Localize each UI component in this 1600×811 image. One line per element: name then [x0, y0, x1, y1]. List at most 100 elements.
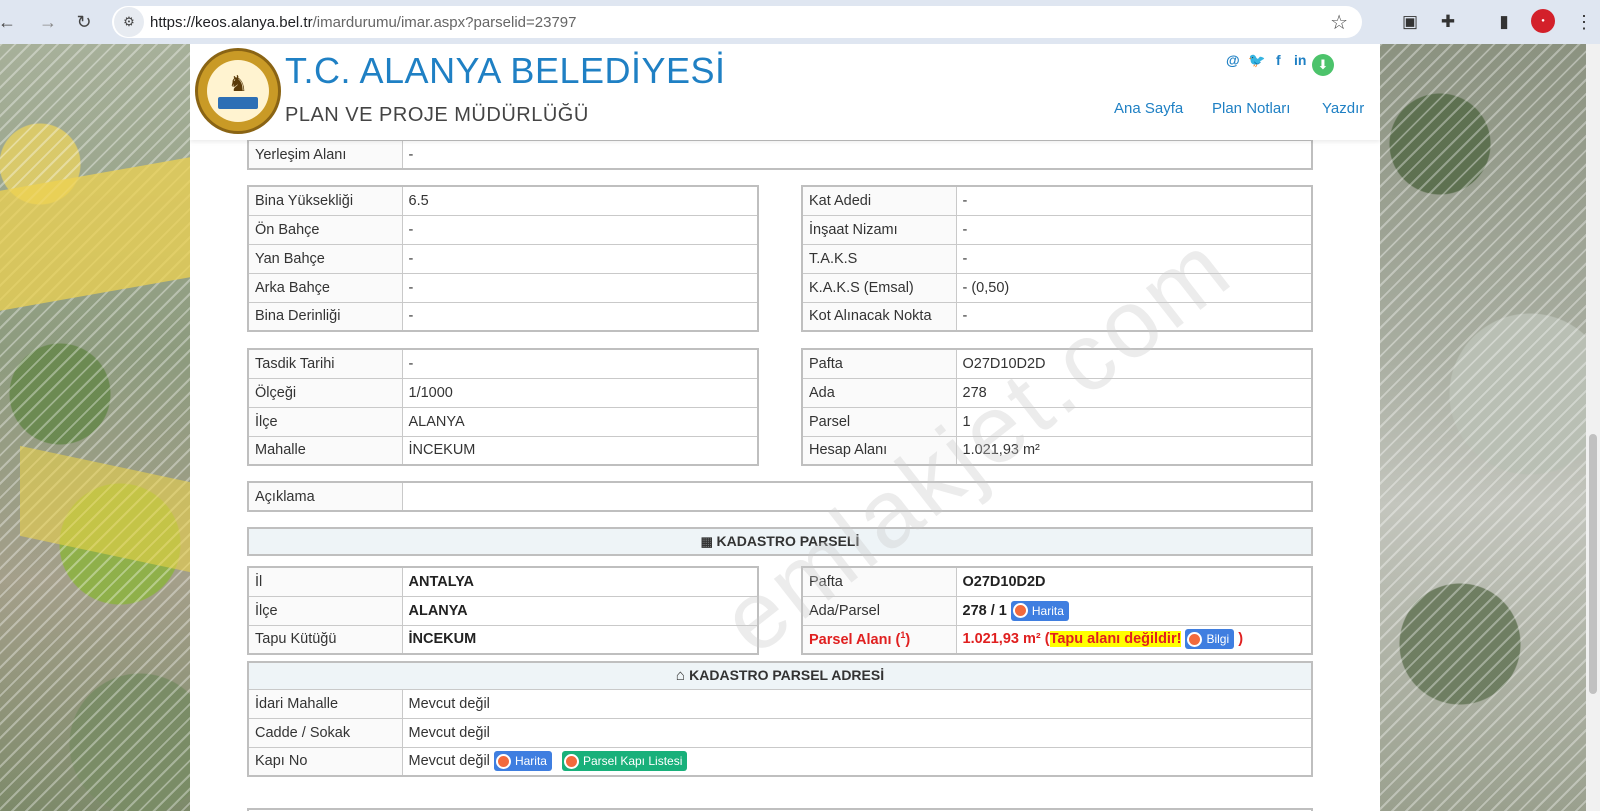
map-button[interactable]: Harita: [1010, 600, 1069, 621]
table-row: Bina Yüksekliği 6.5: [247, 185, 759, 216]
plan-right-table: Pafta O27D10D2D Ada 278 Parsel 1 Hesap Alanı 1.…: [801, 348, 1313, 466]
home-icon: ⌂: [675, 667, 690, 685]
row-label: Pafta: [801, 348, 957, 379]
description-table: Açıklama: [247, 481, 1313, 512]
table-row: Kat Adedi -: [801, 185, 1313, 216]
settlement-label: Yerleşim Alanı: [247, 139, 403, 170]
deed-area-warning: Tapu alanı değildir!: [1049, 631, 1182, 648]
page-scrollbar[interactable]: [1586, 44, 1600, 811]
grid-icon: ▦: [700, 534, 717, 549]
table-row: Hesap Alanı 1.021,93 m²: [801, 435, 1313, 466]
description-value: [401, 481, 1313, 512]
row-value: 1/1000: [401, 377, 759, 408]
site-header: ♞ T.C. ALANYA BELEDİYESİ PLAN VE PROJE M…: [190, 44, 1380, 140]
page-content: ♞ T.C. ALANYA BELEDİYESİ PLAN VE PROJE M…: [190, 44, 1380, 811]
browser-menu-icon[interactable]: ⋮: [1574, 10, 1594, 34]
row-label: Parsel: [801, 406, 957, 437]
nav-plan-notes-link[interactable]: Plan Notları: [1212, 100, 1290, 117]
table-row: Pafta O27D10D2D: [801, 348, 1313, 379]
nav-home-link[interactable]: Ana Sayfa: [1114, 100, 1183, 117]
table-row: Parsel 1: [801, 406, 1313, 437]
table-row: İnşaat Nizamı -: [801, 214, 1313, 245]
bookmark-star-icon[interactable]: ☆: [1330, 10, 1348, 35]
side-panel-icon[interactable]: ▮: [1490, 8, 1518, 36]
sheet-value: O27D10D2D: [955, 566, 1313, 597]
row-label: İnşaat Nizamı: [801, 214, 957, 245]
site-title: T.C. ALANYA BELEDİYESİ: [285, 50, 726, 91]
municipality-logo[interactable]: ♞: [195, 48, 281, 134]
forward-arrow-icon[interactable]: →: [30, 4, 66, 40]
row-label: Hesap Alanı: [801, 435, 957, 466]
settlement-value: -: [401, 139, 1313, 170]
address-map-button[interactable]: Harita: [493, 751, 552, 772]
sheet-label: Pafta: [801, 566, 957, 597]
row-value: -: [955, 301, 1313, 332]
row-value: ANTALYA: [401, 566, 759, 597]
cadastre-left-table: İl ANTALYA İlçe ALANYA Tapu Kütüğü İNCEKUM: [247, 566, 759, 655]
table-row: Açıklama: [247, 481, 1313, 512]
eagle-emblem-icon: ♞: [228, 71, 248, 96]
street-value: Mevcut değil: [401, 717, 1313, 748]
background-aerial-right: [1380, 44, 1600, 811]
row-label: Bina Yüksekliği: [247, 185, 403, 216]
table-row: İdari Mahalle Mevcut değil: [247, 688, 1313, 719]
row-value: İNCEKUM: [401, 435, 759, 466]
settlement-table: Yerleşim Alanı -: [247, 139, 1313, 170]
parcel-area-label: Parsel Alanı (1): [801, 624, 957, 655]
address-table: ⌂ KADASTRO PARSEL ADRESİ İdari Mahalle M…: [247, 661, 1313, 777]
screen-cast-icon[interactable]: ▣: [1396, 8, 1424, 36]
row-value: İNCEKUM: [401, 624, 759, 655]
description-label: Açıklama: [247, 481, 403, 512]
table-row: Parsel Alanı (1) 1.021,93 m² (Tapu alanı…: [801, 624, 1313, 655]
table-row: Pafta O27D10D2D: [801, 566, 1313, 597]
row-value: -: [401, 348, 759, 379]
row-label: Arka Bahçe: [247, 272, 403, 303]
cadastre-heading: ▦ KADASTRO PARSELİ: [247, 527, 1313, 556]
row-label: Bina Derinliği: [247, 301, 403, 332]
table-row: İlçe ALANYA: [247, 595, 759, 626]
site-settings-icon[interactable]: ⚙: [114, 7, 144, 37]
globe-icon: [1187, 631, 1203, 647]
table-row: Mahalle İNCEKUM: [247, 435, 759, 466]
table-row: Ölçeği 1/1000: [247, 377, 759, 408]
linkedin-icon[interactable]: in: [1294, 52, 1306, 68]
profile-avatar[interactable]: ●: [1531, 9, 1555, 33]
twitter-icon[interactable]: 🐦: [1248, 52, 1265, 69]
parcel-area-value: 1.021,93 m²: [962, 631, 1041, 648]
table-row: Ön Bahçe -: [247, 214, 759, 245]
globe-icon: [563, 753, 579, 769]
block-parcel-value: 278 / 1: [962, 602, 1007, 619]
row-label: İlçe: [247, 595, 403, 626]
row-label: Ölçeği: [247, 377, 403, 408]
row-label: Kat Adedi: [801, 185, 957, 216]
table-row: Kapı No Mevcut değil Harita Parsel Kapı …: [247, 746, 1313, 777]
row-value: -: [955, 214, 1313, 245]
download-icon[interactable]: ⬇: [1312, 54, 1334, 76]
scrollbar-thumb[interactable]: [1589, 434, 1597, 694]
row-label: T.A.K.S: [801, 243, 957, 274]
email-icon[interactable]: @: [1226, 52, 1240, 68]
block-parcel-label: Ada/Parsel: [801, 595, 957, 626]
door-list-button[interactable]: Parsel Kapı Listesi: [561, 751, 688, 772]
site-subtitle: PLAN VE PROJE MÜDÜRLÜĞÜ: [285, 104, 589, 126]
reload-icon[interactable]: ↻: [66, 4, 102, 40]
table-row: Arka Bahçe -: [247, 272, 759, 303]
row-value: 1: [955, 406, 1313, 437]
url-text: https://keos.alanya.bel.tr/imardurumu/im…: [150, 13, 577, 31]
row-value: 6.5: [401, 185, 759, 216]
globe-icon: [495, 753, 511, 769]
table-row: İlçe ALANYA: [247, 406, 759, 437]
cadastre-heading-table: ▦ KADASTRO PARSELİ: [247, 527, 1313, 556]
row-label: Tasdik Tarihi: [247, 348, 403, 379]
row-label: Kot Alınacak Nokta: [801, 301, 957, 332]
info-button[interactable]: Bilgi: [1185, 629, 1235, 650]
row-label: İl: [247, 566, 403, 597]
extensions-puzzle-icon[interactable]: ✚: [1434, 8, 1462, 36]
nav-print-link[interactable]: Yazdır: [1322, 100, 1364, 117]
table-row: Yerleşim Alanı -: [247, 139, 1313, 170]
address-heading: ⌂ KADASTRO PARSEL ADRESİ: [247, 661, 1313, 690]
back-arrow-icon[interactable]: ←: [0, 4, 16, 40]
facebook-icon[interactable]: f: [1276, 52, 1281, 68]
address-bar[interactable]: ⚙ https://keos.alanya.bel.tr/imardurumu/…: [112, 6, 1362, 38]
table-row: Tasdik Tarihi -: [247, 348, 759, 379]
